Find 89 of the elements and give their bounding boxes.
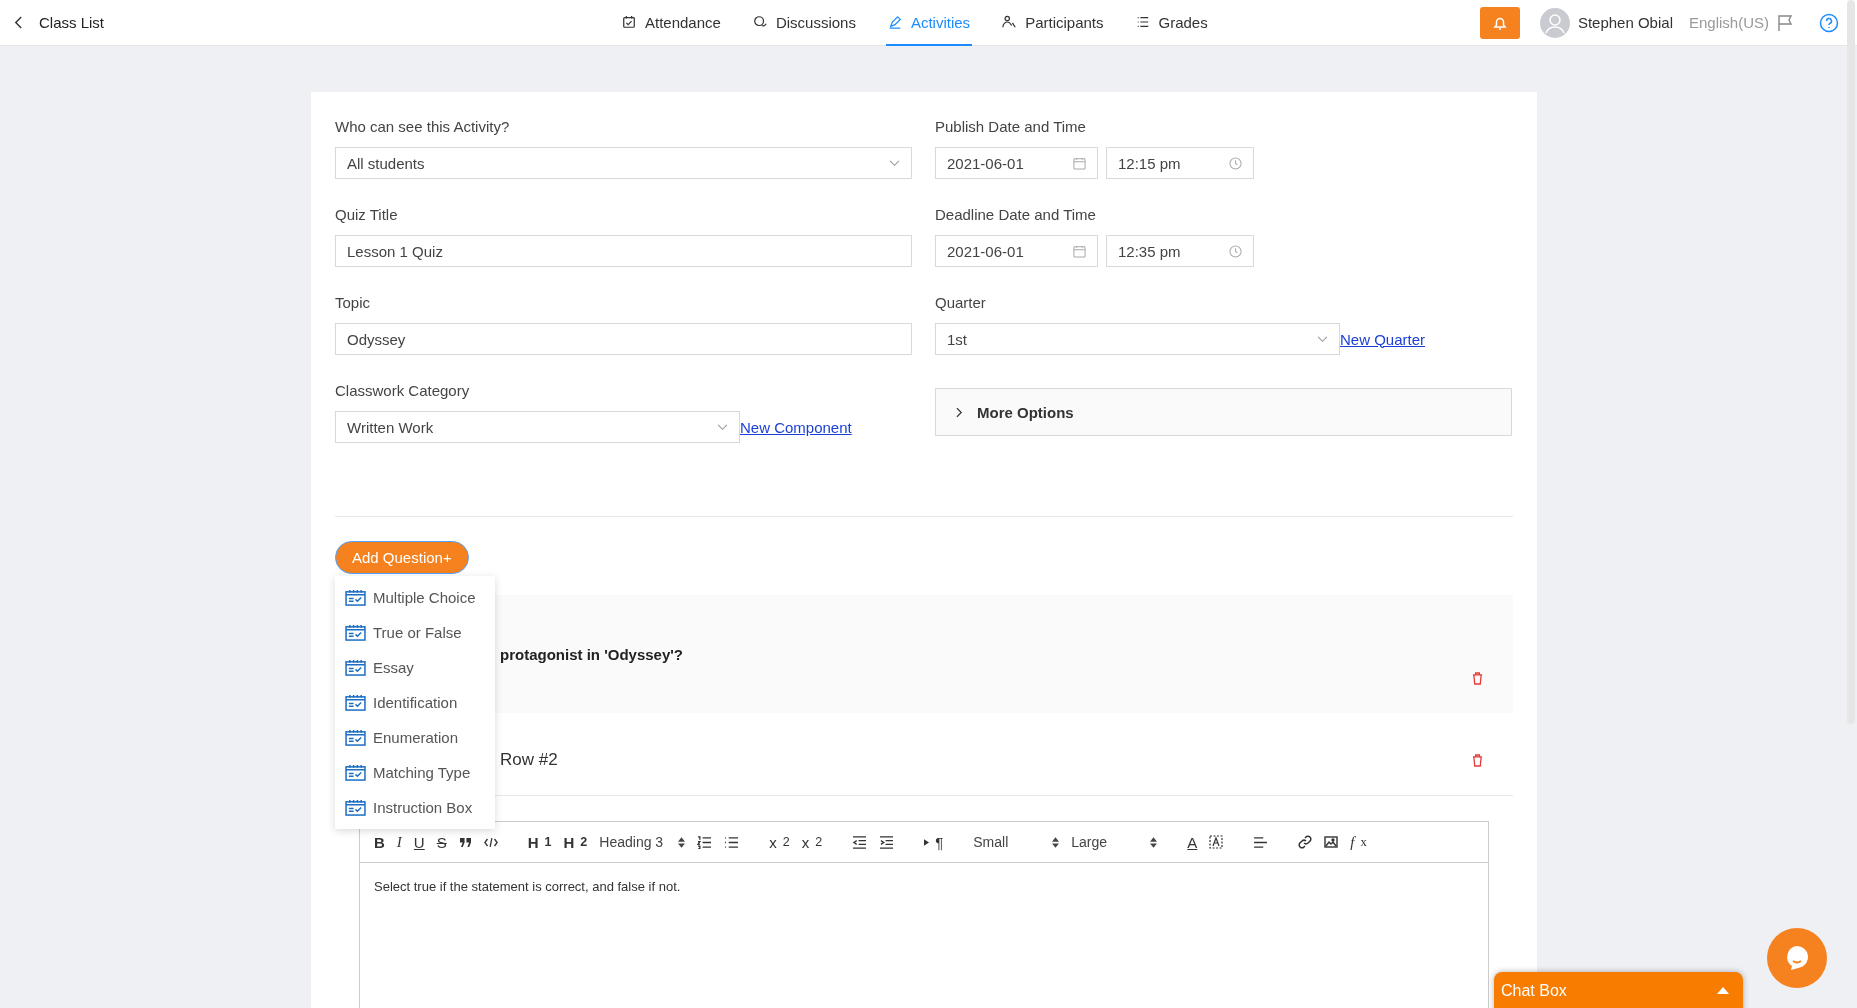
caret-up-icon xyxy=(1717,987,1729,994)
up-down-icon xyxy=(1150,836,1158,848)
calendar-check-icon xyxy=(345,729,366,746)
image-icon[interactable] xyxy=(1324,836,1339,848)
bold-button[interactable]: B xyxy=(374,833,385,851)
align-icon[interactable] xyxy=(1253,836,1269,848)
up-down-icon xyxy=(678,836,686,848)
outdent-icon[interactable] xyxy=(852,835,868,849)
menu-item[interactable]: Multiple Choice xyxy=(335,580,495,615)
chevron-down-icon xyxy=(717,423,728,431)
time-input[interactable]: 12:15 pm xyxy=(1106,147,1254,179)
chevron-down-icon xyxy=(1317,335,1328,343)
category-select[interactable]: Written Work xyxy=(335,411,740,443)
nav-tab[interactable]: Discussions xyxy=(750,0,858,46)
text-color-button[interactable]: A xyxy=(1187,833,1198,851)
link-icon[interactable] xyxy=(1298,835,1313,849)
field-label: Quarter xyxy=(935,294,987,311)
help-icon[interactable] xyxy=(1819,12,1839,33)
quarter-select[interactable]: 1st xyxy=(935,323,1340,355)
triangle-right-icon xyxy=(924,838,930,846)
notification-button[interactable] xyxy=(1479,6,1520,39)
pen-icon xyxy=(887,15,902,29)
nav-tab[interactable]: Participants xyxy=(1000,0,1106,46)
new-component-link[interactable]: New Component xyxy=(740,418,852,436)
calendar-icon xyxy=(1073,156,1086,170)
code-icon[interactable] xyxy=(483,836,498,848)
date-input[interactable]: 2021-06-01 xyxy=(935,235,1098,267)
scrollbar[interactable] xyxy=(1847,0,1855,724)
up-down-icon xyxy=(1052,836,1060,848)
more-options-label: More Options xyxy=(977,403,1074,421)
editor-content[interactable]: Select true if the statement is correct, and false if not. xyxy=(360,863,1488,910)
italic-button[interactable]: I xyxy=(396,833,402,851)
calendar-icon xyxy=(1073,244,1086,258)
menu-item[interactable]: True or False xyxy=(335,615,495,650)
field-label: Deadline Date and Time xyxy=(935,206,1097,223)
text-direction-button[interactable]: ¶ xyxy=(924,833,944,851)
size-select[interactable]: Small xyxy=(973,834,1060,850)
chevron-right-icon xyxy=(956,406,963,418)
menu-item[interactable]: Matching Type xyxy=(335,755,495,790)
field-label: Classwork Category xyxy=(335,382,471,399)
nav-tab[interactable]: Attendance xyxy=(620,0,723,46)
bullet-list-icon[interactable] xyxy=(724,835,740,849)
nav-tab[interactable]: Grades xyxy=(1133,0,1210,46)
menu-item[interactable]: Essay xyxy=(335,650,495,685)
field-label: Quiz Title xyxy=(335,206,399,223)
date-input[interactable]: 2021-06-01 xyxy=(935,147,1098,179)
calendar-check-icon xyxy=(345,589,366,606)
clock-icon xyxy=(1229,244,1242,258)
indent-icon[interactable] xyxy=(879,835,895,849)
underline-button[interactable]: U xyxy=(413,833,425,851)
question-text: protagonist in 'Odyssey'? xyxy=(500,645,683,663)
field-label: Publish Date and Time xyxy=(935,118,1087,135)
chevron-left-icon xyxy=(14,16,23,29)
editor-paragraph: Select true if the statement is correct, and false if not. xyxy=(374,879,682,894)
calendar-check-icon xyxy=(345,764,366,781)
question-text: Row #2 xyxy=(500,750,558,770)
trash-icon[interactable] xyxy=(1472,753,1483,767)
menu-item[interactable]: Instruction Box xyxy=(335,790,495,825)
quiz-title-input[interactable]: Lesson 1 Quiz xyxy=(335,235,912,267)
list-icon xyxy=(1135,15,1150,29)
clock-icon xyxy=(1229,156,1242,170)
chat-launcher-button[interactable] xyxy=(1767,928,1827,988)
calendar-check-icon xyxy=(345,799,366,816)
field-label: Who can see this Activity? xyxy=(335,118,511,135)
topic-input[interactable]: Odyssey xyxy=(335,323,912,355)
back-link[interactable]: Class List xyxy=(14,14,105,31)
menu-item[interactable]: Identification xyxy=(335,685,495,720)
flag-icon[interactable] xyxy=(1777,13,1795,32)
visibility-select[interactable]: All students xyxy=(335,147,912,179)
highlight-color-icon[interactable] xyxy=(1209,835,1224,849)
chat-bubbles-icon xyxy=(752,15,767,29)
calendar-check-icon xyxy=(345,694,366,711)
size-select[interactable]: Large xyxy=(1071,834,1158,850)
people-icon xyxy=(1002,15,1017,29)
time-input[interactable]: 12:35 pm xyxy=(1106,235,1254,267)
calendar-check-icon xyxy=(345,659,366,676)
strike-button[interactable]: S xyxy=(436,833,447,851)
calendar-check-icon xyxy=(622,15,636,29)
new-quarter-link[interactable]: New Quarter xyxy=(1340,330,1426,348)
more-options-panel[interactable]: More Options xyxy=(935,388,1512,436)
trash-icon[interactable] xyxy=(1472,672,1483,685)
quote-icon[interactable] xyxy=(458,836,472,848)
field-label: Topic xyxy=(335,294,372,311)
menu-item[interactable]: Enumeration xyxy=(335,720,495,755)
user-name[interactable]: Stephen Obial xyxy=(1577,14,1673,31)
heading-select[interactable]: Heading 3 xyxy=(599,834,686,850)
calendar-check-icon xyxy=(345,624,366,641)
chevron-down-icon xyxy=(889,159,900,167)
numbered-list-icon[interactable] xyxy=(697,835,713,849)
